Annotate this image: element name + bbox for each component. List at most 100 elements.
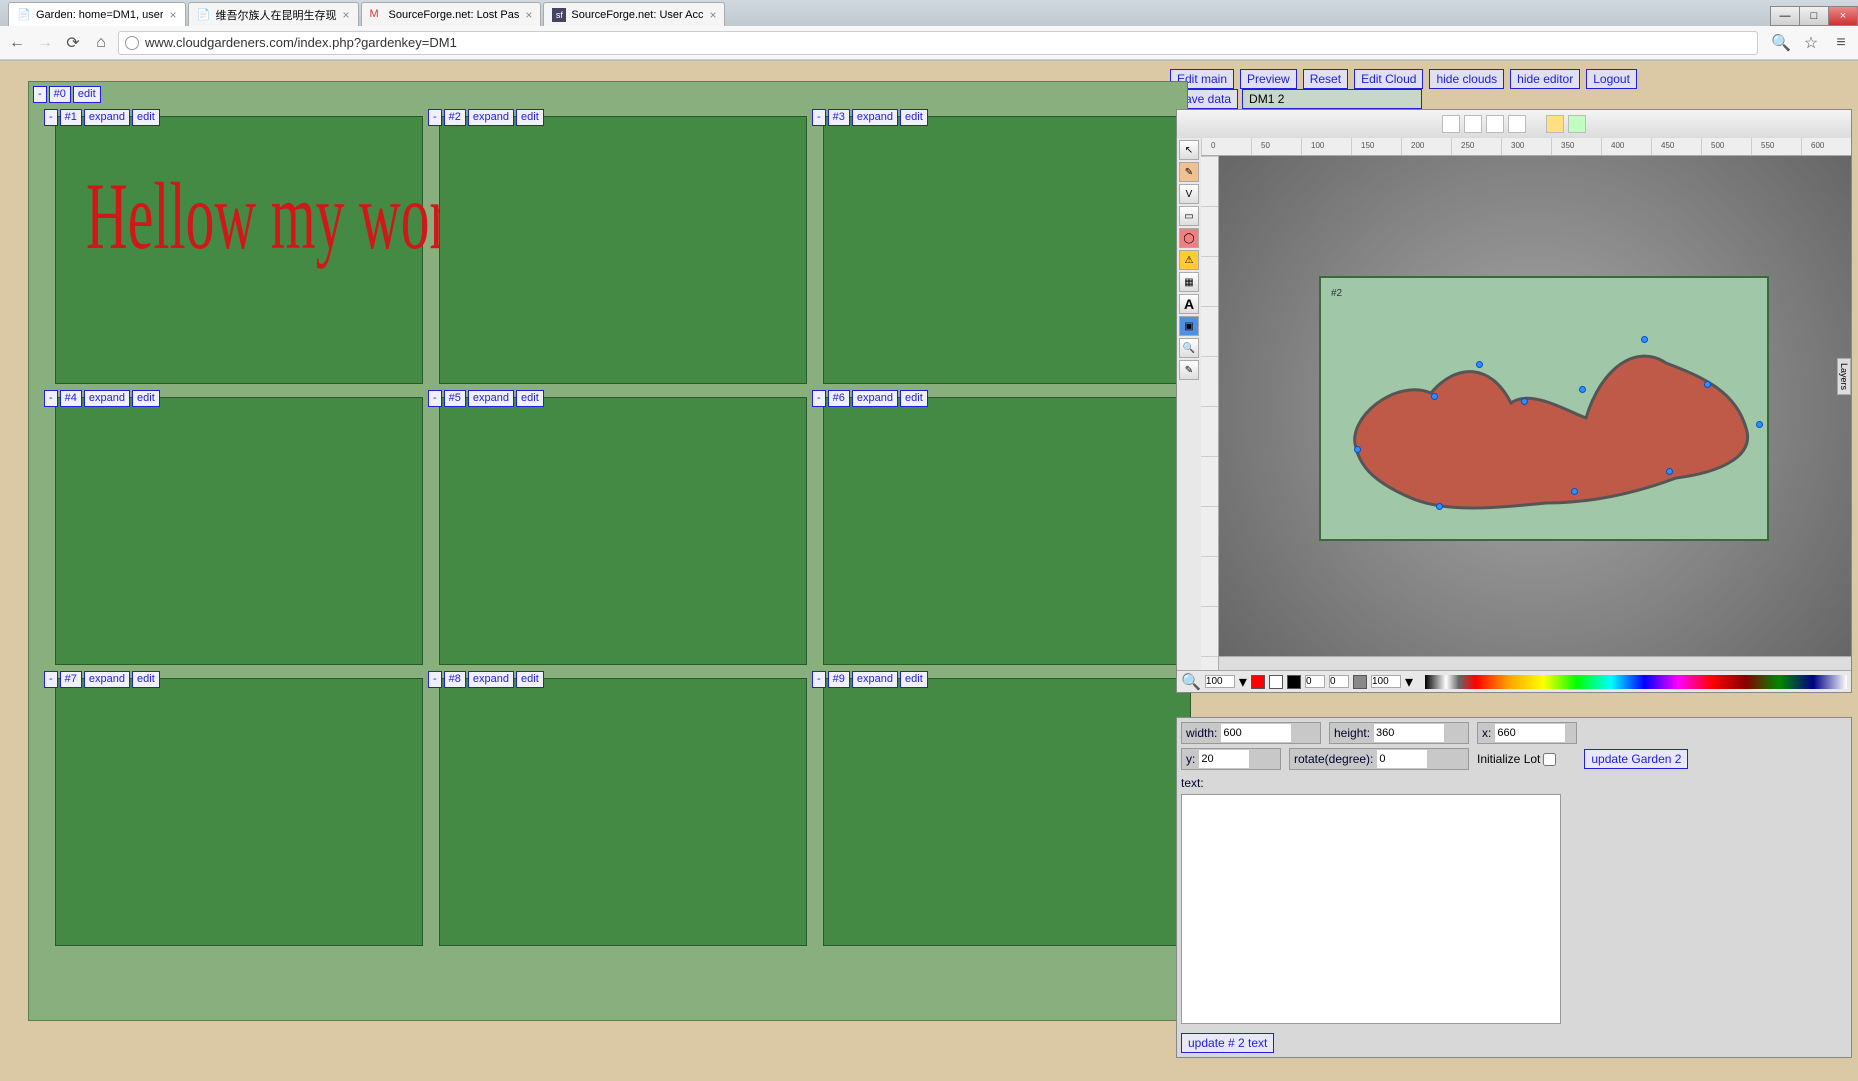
path-node[interactable]: [1436, 503, 1443, 510]
rect-tool-icon[interactable]: ▭: [1179, 206, 1199, 226]
home-button[interactable]: ⌂: [90, 32, 112, 54]
edit-button[interactable]: edit: [516, 109, 544, 126]
close-icon[interactable]: ×: [343, 8, 350, 22]
collapse-button[interactable]: -: [33, 86, 47, 103]
garden-cell-1[interactable]: - #1 expand edit Hellow my world: [55, 116, 423, 384]
browser-tab-1[interactable]: 📄 维吾尔族人在昆明生存现 ×: [188, 2, 359, 26]
zoom-icon[interactable]: 🔍: [1181, 672, 1201, 692]
rotate-input[interactable]: [1377, 750, 1427, 768]
opacity-input[interactable]: [1371, 675, 1401, 688]
expand-button[interactable]: expand: [468, 671, 514, 688]
init-lot-field[interactable]: Initialize Lot: [1477, 752, 1556, 766]
grey-swatch[interactable]: [1353, 675, 1367, 689]
garden-cell-6[interactable]: - #6 expand edit: [823, 397, 1191, 665]
select-tool-icon[interactable]: ↖: [1179, 140, 1199, 160]
bookmark-icon[interactable]: ☆: [1800, 32, 1822, 54]
path-node[interactable]: [1666, 468, 1673, 475]
path-node[interactable]: [1571, 488, 1578, 495]
path-node[interactable]: [1756, 421, 1763, 428]
x-input[interactable]: [1495, 724, 1565, 742]
stroke-opacity-input[interactable]: [1305, 675, 1325, 688]
garden-cell-8[interactable]: - #8 expand edit: [439, 678, 807, 946]
update-garden-button[interactable]: update Garden 2: [1584, 749, 1688, 769]
height-input[interactable]: [1374, 724, 1444, 742]
garden-cell-2[interactable]: - #2 expand edit: [439, 116, 807, 384]
path-node[interactable]: [1354, 446, 1361, 453]
collapse-button[interactable]: -: [812, 671, 826, 688]
redo-icon[interactable]: [1568, 115, 1586, 133]
forward-button[interactable]: →: [34, 32, 56, 54]
path-node[interactable]: [1579, 386, 1586, 393]
path-tool-icon[interactable]: ⚠: [1179, 250, 1199, 270]
node-tool-icon[interactable]: V: [1179, 184, 1199, 204]
garden-cell-4[interactable]: - #4 expand edit: [55, 397, 423, 665]
shape-lib-icon[interactable]: ▦: [1179, 272, 1199, 292]
edit-button[interactable]: edit: [132, 390, 160, 407]
expand-button[interactable]: expand: [84, 109, 130, 126]
collapse-button[interactable]: -: [44, 109, 58, 126]
garden-cell-3[interactable]: - #3 expand edit: [823, 116, 1191, 384]
zoom-tool-icon[interactable]: 🔍: [1179, 338, 1199, 358]
expand-button[interactable]: expand: [468, 390, 514, 407]
edit-button-0[interactable]: edit: [73, 86, 101, 103]
edit-button[interactable]: edit: [132, 109, 160, 126]
expand-button[interactable]: expand: [852, 390, 898, 407]
hide-clouds-button[interactable]: hide clouds: [1429, 69, 1504, 89]
update-text-button[interactable]: update # 2 text: [1181, 1033, 1274, 1053]
opacity-stepper-icon[interactable]: ▾: [1405, 672, 1413, 692]
edit-button[interactable]: edit: [516, 390, 544, 407]
layers-tab[interactable]: Layers: [1837, 358, 1851, 395]
stroke-swatch[interactable]: [1269, 675, 1283, 689]
window-close-button[interactable]: ×: [1828, 6, 1858, 26]
grid-icon[interactable]: [1486, 115, 1504, 133]
expand-button[interactable]: expand: [468, 109, 514, 126]
cell-id-0[interactable]: #0: [49, 86, 71, 103]
canvas[interactable]: #2: [1219, 156, 1851, 656]
fill-swatch[interactable]: [1251, 675, 1265, 689]
expand-button[interactable]: expand: [84, 390, 130, 407]
edit-button[interactable]: edit: [900, 109, 928, 126]
search-icon[interactable]: 🔍: [1770, 32, 1792, 54]
canvas-rect[interactable]: #2: [1319, 276, 1769, 541]
undo-icon[interactable]: [1546, 115, 1564, 133]
cell-id[interactable]: #1: [60, 109, 82, 126]
edit-button[interactable]: edit: [900, 390, 928, 407]
cell-id[interactable]: #6: [828, 390, 850, 407]
edit-cloud-button[interactable]: Edit Cloud: [1354, 69, 1423, 89]
cell-id[interactable]: #3: [828, 109, 850, 126]
cell-id[interactable]: #4: [60, 390, 82, 407]
expand-button[interactable]: expand: [852, 671, 898, 688]
width-input[interactable]: [1221, 724, 1291, 742]
path-node[interactable]: [1641, 336, 1648, 343]
pencil-tool-icon[interactable]: ✎: [1179, 162, 1199, 182]
preview-button[interactable]: Preview: [1240, 69, 1297, 89]
edit-button[interactable]: edit: [900, 671, 928, 688]
collapse-button[interactable]: -: [44, 671, 58, 688]
text-tool-icon[interactable]: A: [1179, 294, 1199, 314]
url-bar[interactable]: www.cloudgardeners.com/index.php?gardenk…: [118, 31, 1758, 55]
init-lot-checkbox[interactable]: [1543, 753, 1556, 766]
bg-swatch[interactable]: [1287, 675, 1301, 689]
browser-tab-3[interactable]: sf SourceForge.net: User Acc ×: [543, 2, 725, 26]
edit-button[interactable]: edit: [516, 671, 544, 688]
minimize-button[interactable]: —: [1770, 6, 1800, 26]
browser-tab-2[interactable]: M SourceForge.net: Lost Pas ×: [361, 2, 542, 26]
zoom-input[interactable]: [1205, 675, 1235, 688]
garden-cell-9[interactable]: - #9 expand edit: [823, 678, 1191, 946]
garden-cell-5[interactable]: - #5 expand edit: [439, 397, 807, 665]
y-input[interactable]: [1199, 750, 1249, 768]
path-node[interactable]: [1521, 398, 1528, 405]
blob-shape[interactable]: [1336, 318, 1756, 538]
expand-button[interactable]: expand: [852, 109, 898, 126]
logout-button[interactable]: Logout: [1586, 69, 1637, 89]
close-icon[interactable]: ×: [525, 8, 532, 22]
close-icon[interactable]: ×: [169, 8, 176, 22]
cell-id[interactable]: #7: [60, 671, 82, 688]
reload-button[interactable]: ⟳: [62, 32, 84, 54]
maximize-button[interactable]: □: [1799, 6, 1829, 26]
text-area[interactable]: [1181, 794, 1561, 1024]
color-strip[interactable]: [1425, 675, 1847, 689]
cell-id[interactable]: #5: [444, 390, 466, 407]
hide-editor-button[interactable]: hide editor: [1510, 69, 1580, 89]
back-button[interactable]: ←: [6, 32, 28, 54]
